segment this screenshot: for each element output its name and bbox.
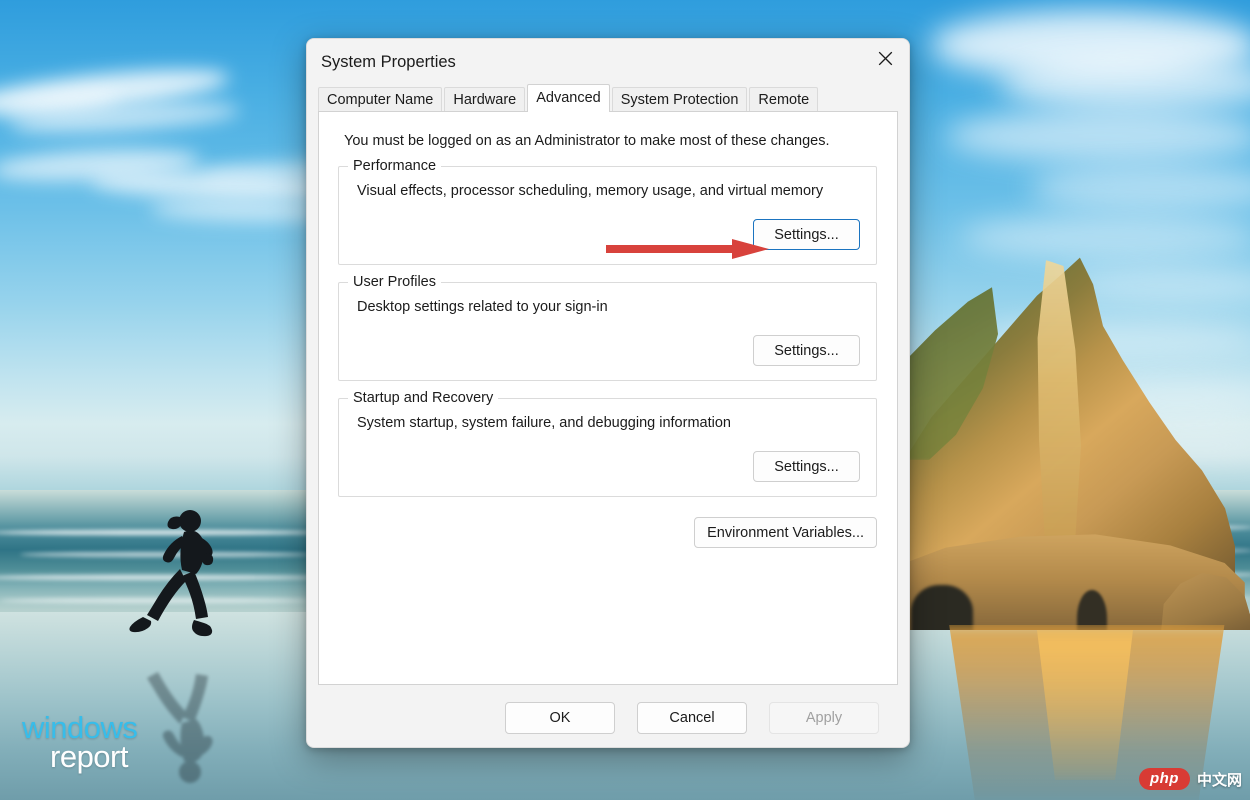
performance-settings-button[interactable]: Settings... bbox=[753, 219, 860, 250]
dialog-titlebar: System Properties bbox=[307, 39, 909, 85]
dialog-footer: OK Cancel Apply bbox=[307, 685, 909, 734]
tab-strip: Computer Name Hardware Advanced System P… bbox=[307, 85, 909, 112]
group-startup-recovery-legend: Startup and Recovery bbox=[348, 390, 498, 406]
tab-computer-name[interactable]: Computer Name bbox=[318, 87, 442, 113]
apply-button: Apply bbox=[769, 702, 879, 734]
group-user-profiles-legend: User Profiles bbox=[348, 274, 441, 290]
rock-formation bbox=[905, 130, 1250, 630]
group-performance-description: Visual effects, processor scheduling, me… bbox=[357, 183, 860, 199]
cancel-button[interactable]: Cancel bbox=[637, 702, 747, 734]
tab-advanced[interactable]: Advanced bbox=[527, 84, 610, 112]
environment-variables-row: Environment Variables... bbox=[319, 517, 877, 548]
tab-remote[interactable]: Remote bbox=[749, 87, 818, 113]
user-profiles-settings-button[interactable]: Settings... bbox=[753, 335, 860, 366]
tab-system-protection[interactable]: System Protection bbox=[612, 87, 748, 113]
php-watermark: php 中文网 bbox=[1139, 768, 1242, 790]
rock-arch-opening bbox=[911, 585, 973, 630]
runner-silhouette bbox=[118, 505, 238, 655]
screen: windows report php 中文网 System Properties… bbox=[0, 0, 1250, 800]
group-performance: Performance Visual effects, processor sc… bbox=[338, 166, 877, 265]
php-chinese-text: 中文网 bbox=[1197, 769, 1242, 790]
startup-recovery-settings-button[interactable]: Settings... bbox=[753, 451, 860, 482]
group-startup-recovery-description: System startup, system failure, and debu… bbox=[357, 415, 860, 431]
ok-button[interactable]: OK bbox=[505, 702, 615, 734]
group-performance-legend: Performance bbox=[348, 158, 441, 174]
dialog-title: System Properties bbox=[321, 53, 456, 72]
group-user-profiles: User Profiles Desktop settings related t… bbox=[338, 282, 877, 381]
group-startup-recovery: Startup and Recovery System startup, sys… bbox=[338, 398, 877, 497]
administrator-note: You must be logged on as an Administrato… bbox=[319, 112, 897, 149]
group-user-profiles-description: Desktop settings related to your sign-in bbox=[357, 299, 860, 315]
system-properties-dialog: System Properties Computer Name Hardware… bbox=[306, 38, 910, 748]
tab-panel-advanced: You must be logged on as an Administrato… bbox=[318, 111, 898, 685]
watermark-line-report: report bbox=[50, 743, 137, 772]
tab-hardware[interactable]: Hardware bbox=[444, 87, 525, 113]
php-badge: php bbox=[1139, 768, 1190, 790]
environment-variables-button[interactable]: Environment Variables... bbox=[694, 517, 877, 548]
close-icon[interactable] bbox=[862, 39, 909, 78]
cloud-shape bbox=[1000, 55, 1250, 113]
windows-report-watermark: windows report bbox=[22, 714, 137, 771]
